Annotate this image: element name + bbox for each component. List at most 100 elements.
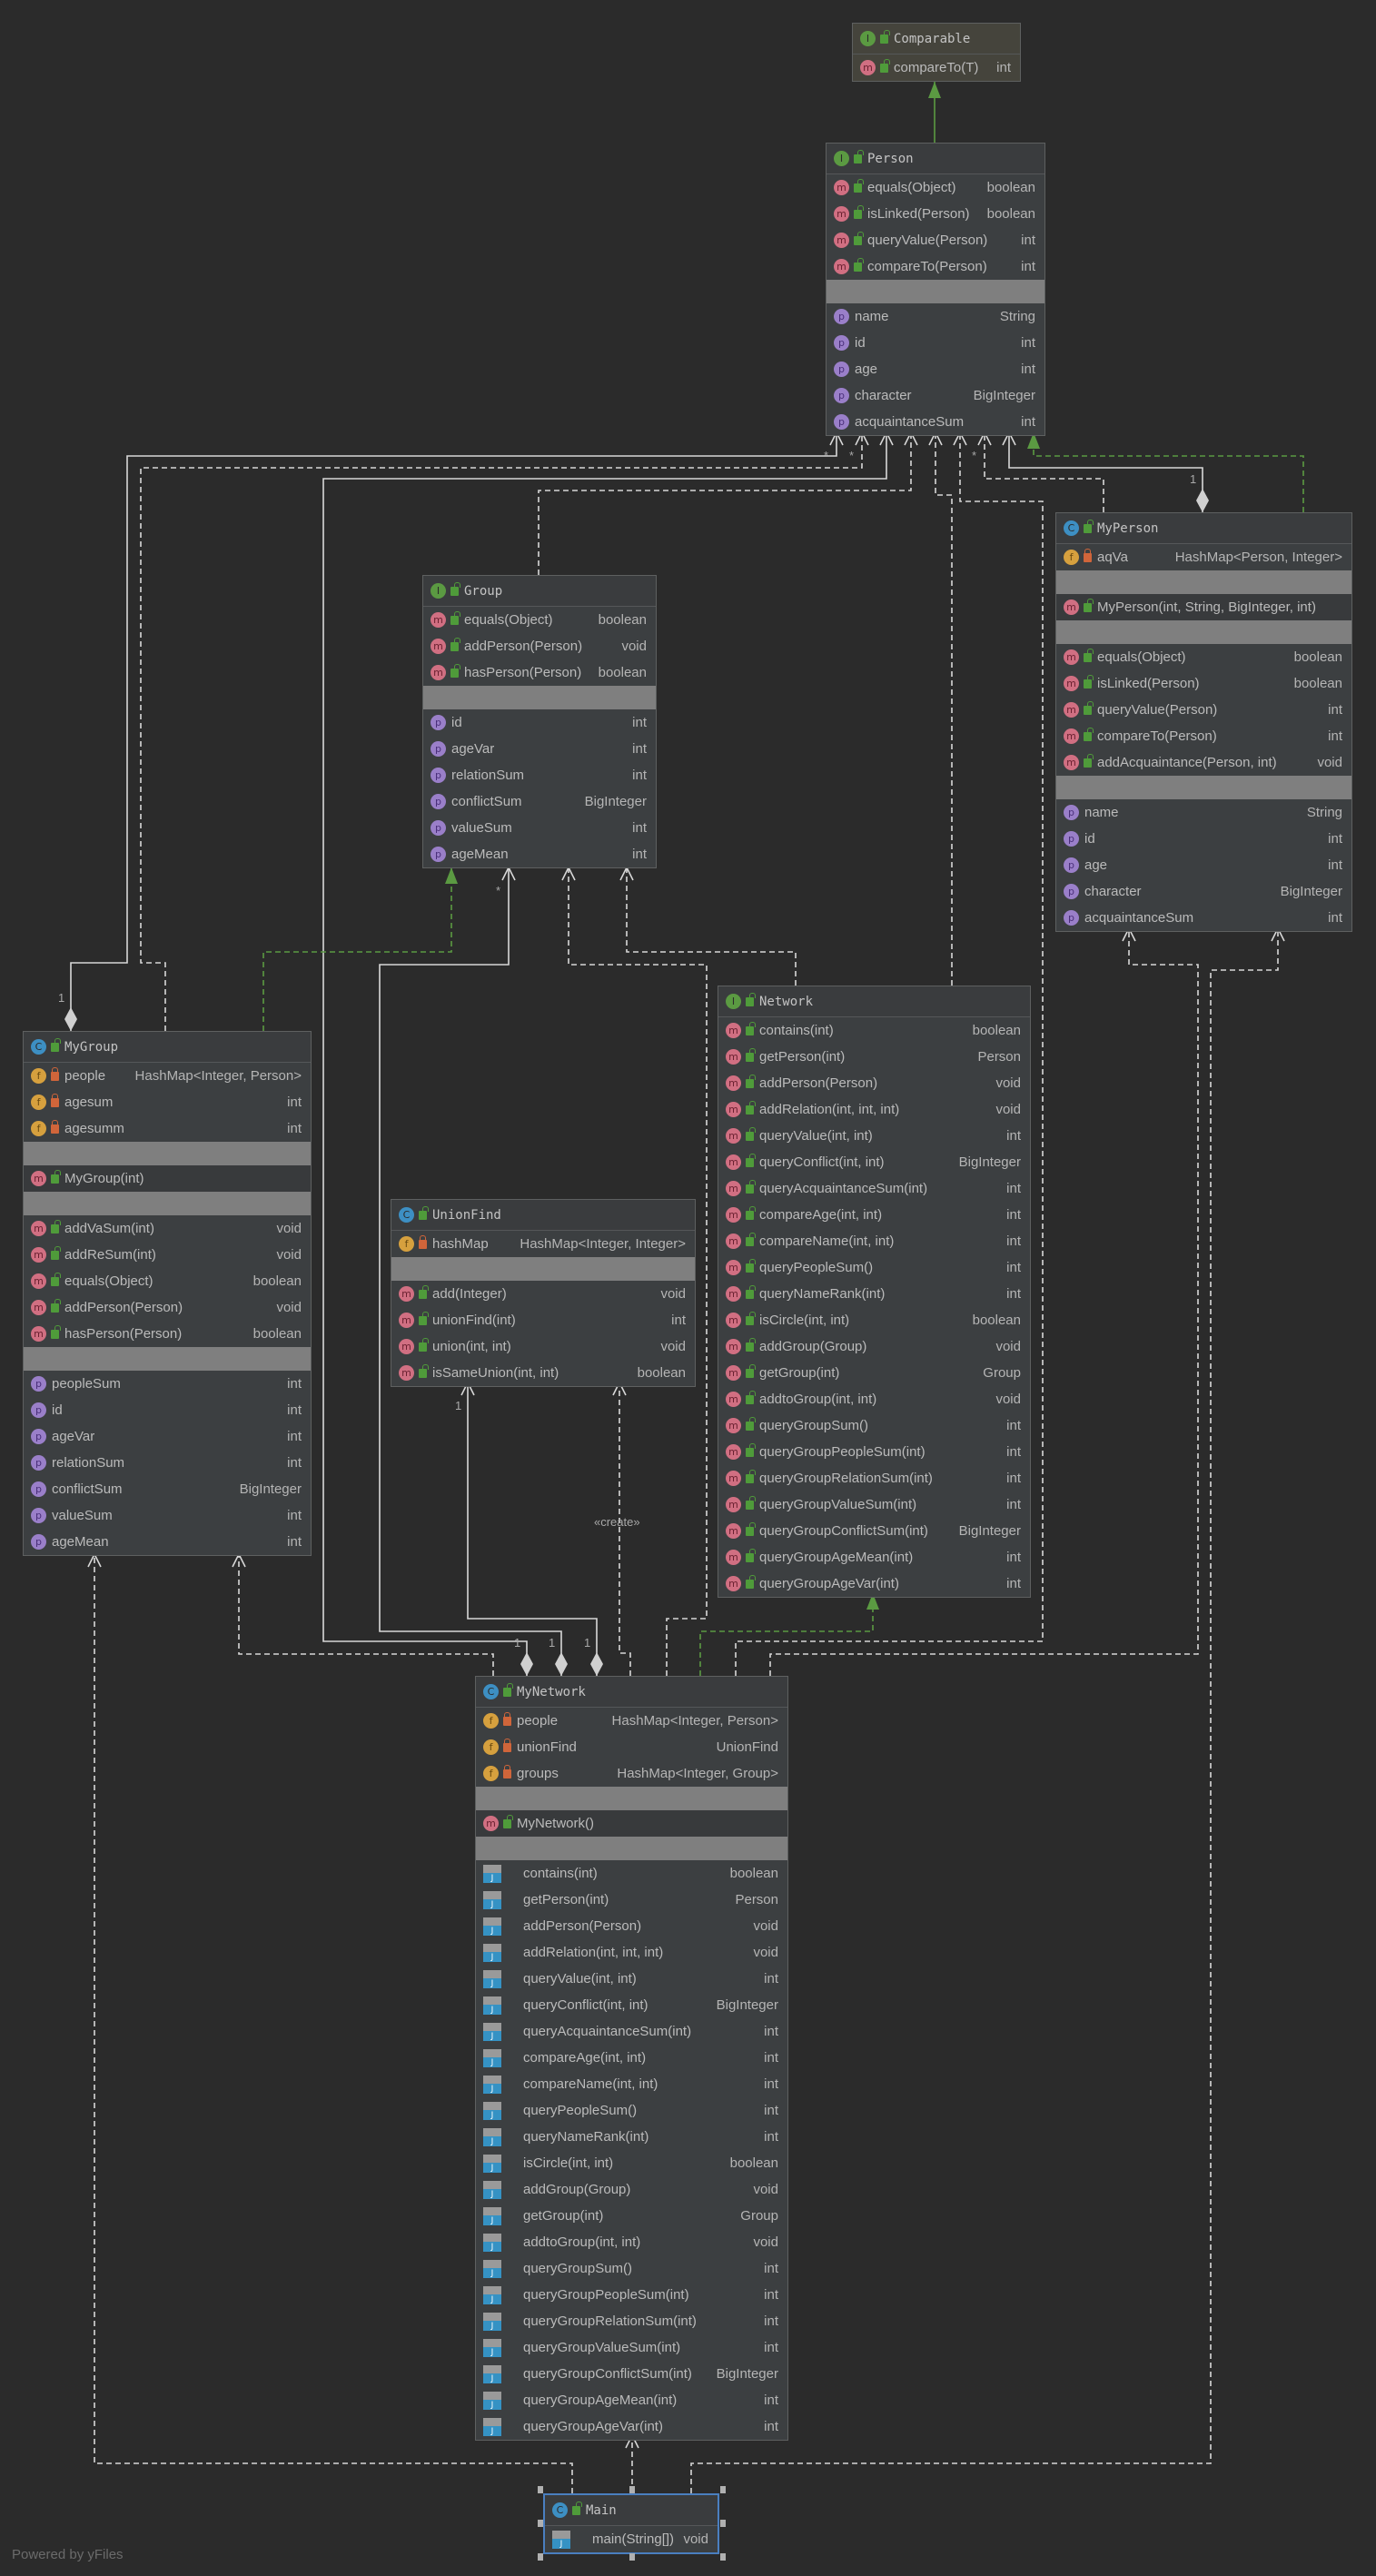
method-row[interactable]: m equals(Object) boolean <box>423 607 656 633</box>
method-row[interactable]: JisCircle(int, int) boolean <box>476 2150 787 2176</box>
property-row[interactable]: p id int <box>1056 826 1351 852</box>
property-row[interactable]: p age int <box>827 356 1044 382</box>
method-row[interactable]: m queryGroupRelationSum(int) int <box>718 1465 1030 1491</box>
method-row[interactable]: JqueryValue(int, int) int <box>476 1966 787 1992</box>
method-row[interactable]: m compareTo(T) int <box>853 54 1020 81</box>
class-header[interactable]: I Network <box>718 986 1030 1017</box>
method-row[interactable]: JaddtoGroup(int, int) void <box>476 2229 787 2255</box>
property-row[interactable]: p acquaintanceSum int <box>827 409 1044 435</box>
method-row[interactable]: JgetPerson(int) Person <box>476 1887 787 1913</box>
method-row[interactable]: JgetGroup(int) Group <box>476 2203 787 2229</box>
property-row[interactable]: p character BigInteger <box>1056 878 1351 905</box>
method-row[interactable]: m queryPeopleSum() int <box>718 1254 1030 1281</box>
property-row[interactable]: p name String <box>827 303 1044 330</box>
method-row[interactable]: m compareTo(Person) int <box>827 253 1044 280</box>
method-row[interactable]: m addPerson(Person) void <box>423 633 656 659</box>
method-row[interactable]: m equals(Object) boolean <box>827 174 1044 201</box>
method-row[interactable]: m add(Integer) void <box>391 1281 695 1307</box>
method-row[interactable]: JqueryGroupValueSum(int) int <box>476 2334 787 2361</box>
property-row[interactable]: p character BigInteger <box>827 382 1044 409</box>
method-row[interactable]: m isSameUnion(int, int) boolean <box>391 1360 695 1386</box>
method-row[interactable]: JcompareName(int, int) int <box>476 2071 787 2097</box>
method-row[interactable]: m unionFind(int) int <box>391 1307 695 1333</box>
method-row[interactable]: m queryGroupValueSum(int) int <box>718 1491 1030 1518</box>
class-header[interactable]: C MyNetwork <box>476 1677 787 1708</box>
selection-handle[interactable] <box>629 2553 635 2561</box>
class-header[interactable]: I Person <box>827 144 1044 174</box>
field-row[interactable]: f groups HashMap<Integer, Group> <box>476 1760 787 1787</box>
method-row[interactable]: m addPerson(Person) void <box>24 1294 311 1321</box>
property-row[interactable]: p ageMean int <box>24 1529 311 1555</box>
field-row[interactable]: f hashMap HashMap<Integer, Integer> <box>391 1231 695 1257</box>
method-row[interactable]: m MyGroup(int) <box>24 1165 311 1192</box>
field-row[interactable]: f people HashMap<Integer, Person> <box>476 1708 787 1734</box>
method-row[interactable]: m equals(Object) boolean <box>24 1268 311 1294</box>
property-row[interactable]: p ageVar int <box>423 736 656 762</box>
class-header[interactable]: C Main <box>545 2495 718 2526</box>
class-header[interactable]: C MyPerson <box>1056 513 1351 544</box>
method-row[interactable]: JaddRelation(int, int, int) void <box>476 1939 787 1966</box>
property-row[interactable]: p valueSum int <box>423 815 656 841</box>
property-row[interactable]: p relationSum int <box>24 1450 311 1476</box>
method-row[interactable]: m MyNetwork() <box>476 1810 787 1837</box>
property-row[interactable]: p peopleSum int <box>24 1371 311 1397</box>
method-row[interactable]: m MyPerson(int, String, BigInteger, int) <box>1056 594 1351 620</box>
method-row[interactable]: m compareTo(Person) int <box>1056 723 1351 749</box>
property-row[interactable]: p id int <box>423 709 656 736</box>
method-row[interactable]: Jcontains(int) boolean <box>476 1860 787 1887</box>
method-row[interactable]: m isCircle(int, int) boolean <box>718 1307 1030 1333</box>
property-row[interactable]: p acquaintanceSum int <box>1056 905 1351 931</box>
method-row[interactable]: m addRelation(int, int, int) void <box>718 1096 1030 1123</box>
method-row[interactable]: JqueryAcquaintanceSum(int) int <box>476 2018 787 2045</box>
class-header[interactable]: I Group <box>423 576 656 607</box>
method-row[interactable]: m isLinked(Person) boolean <box>827 201 1044 227</box>
property-row[interactable]: p ageVar int <box>24 1423 311 1450</box>
field-row[interactable]: f aqVa HashMap<Person, Integer> <box>1056 544 1351 570</box>
method-row[interactable]: m hasPerson(Person) boolean <box>423 659 656 686</box>
class-header[interactable]: C UnionFind <box>391 1200 695 1231</box>
method-row[interactable]: m queryGroupSum() int <box>718 1412 1030 1439</box>
class-box-main[interactable]: C Main Jmain(String[]) void <box>543 2493 719 2554</box>
method-row[interactable]: m queryConflict(int, int) BigInteger <box>718 1149 1030 1175</box>
method-row[interactable]: JqueryGroupPeopleSum(int) int <box>476 2282 787 2308</box>
class-box-union-find[interactable]: C UnionFind f hashMap HashMap<Integer, Integ… <box>391 1199 696 1387</box>
method-row[interactable]: m equals(Object) boolean <box>1056 644 1351 670</box>
method-row[interactable]: m addGroup(Group) void <box>718 1333 1030 1360</box>
property-row[interactable]: p id int <box>24 1397 311 1423</box>
class-box-person[interactable]: I Person m equals(Object) boolean m isLinked(P… <box>826 143 1045 436</box>
class-box-network[interactable]: I Network m contains(int) boolean m getPerson(… <box>718 986 1031 1598</box>
method-row[interactable]: JqueryPeopleSum() int <box>476 2097 787 2124</box>
method-row[interactable]: m getPerson(int) Person <box>718 1044 1030 1070</box>
method-row[interactable]: JqueryGroupAgeVar(int) int <box>476 2413 787 2440</box>
property-row[interactable]: p conflictSum BigInteger <box>423 788 656 815</box>
method-row[interactable]: m queryValue(Person) int <box>827 227 1044 253</box>
method-row[interactable]: JqueryGroupConflictSum(int) BigInteger <box>476 2361 787 2387</box>
method-row[interactable]: m addtoGroup(int, int) void <box>718 1386 1030 1412</box>
class-box-group[interactable]: I Group m equals(Object) boolean m addPerson(P… <box>422 575 657 868</box>
property-row[interactable]: p relationSum int <box>423 762 656 788</box>
field-row[interactable]: f agesumm int <box>24 1115 311 1142</box>
method-row[interactable]: m queryGroupConflictSum(int) BigInteger <box>718 1518 1030 1544</box>
property-row[interactable]: p ageMean int <box>423 841 656 867</box>
selection-handle[interactable] <box>720 2553 726 2561</box>
class-box-my-group[interactable]: C MyGroup f people HashMap<Integer, Person> f… <box>23 1031 312 1556</box>
method-row[interactable]: m isLinked(Person) boolean <box>1056 670 1351 697</box>
selection-handle[interactable] <box>538 2520 543 2527</box>
selection-handle[interactable] <box>629 2486 635 2493</box>
class-box-comparable[interactable]: I Comparable m compareTo(T) int <box>852 23 1021 82</box>
method-row[interactable]: JqueryGroupSum() int <box>476 2255 787 2282</box>
method-row[interactable]: m queryNameRank(int) int <box>718 1281 1030 1307</box>
method-row[interactable]: m compareAge(int, int) int <box>718 1202 1030 1228</box>
selection-handle[interactable] <box>720 2520 726 2527</box>
method-row[interactable]: m queryAcquaintanceSum(int) int <box>718 1175 1030 1202</box>
class-header[interactable]: I Comparable <box>853 24 1020 54</box>
class-header[interactable]: C MyGroup <box>24 1032 311 1063</box>
property-row[interactable]: p id int <box>827 330 1044 356</box>
selection-handle[interactable] <box>538 2486 543 2493</box>
method-row[interactable]: m getGroup(int) Group <box>718 1360 1030 1386</box>
method-row[interactable]: m union(int, int) void <box>391 1333 695 1360</box>
field-row[interactable]: f agesum int <box>24 1089 311 1115</box>
method-row[interactable]: m queryGroupAgeVar(int) int <box>718 1570 1030 1597</box>
method-row[interactable]: m addReSum(int) void <box>24 1242 311 1268</box>
method-row[interactable]: Jmain(String[]) void <box>545 2526 718 2552</box>
